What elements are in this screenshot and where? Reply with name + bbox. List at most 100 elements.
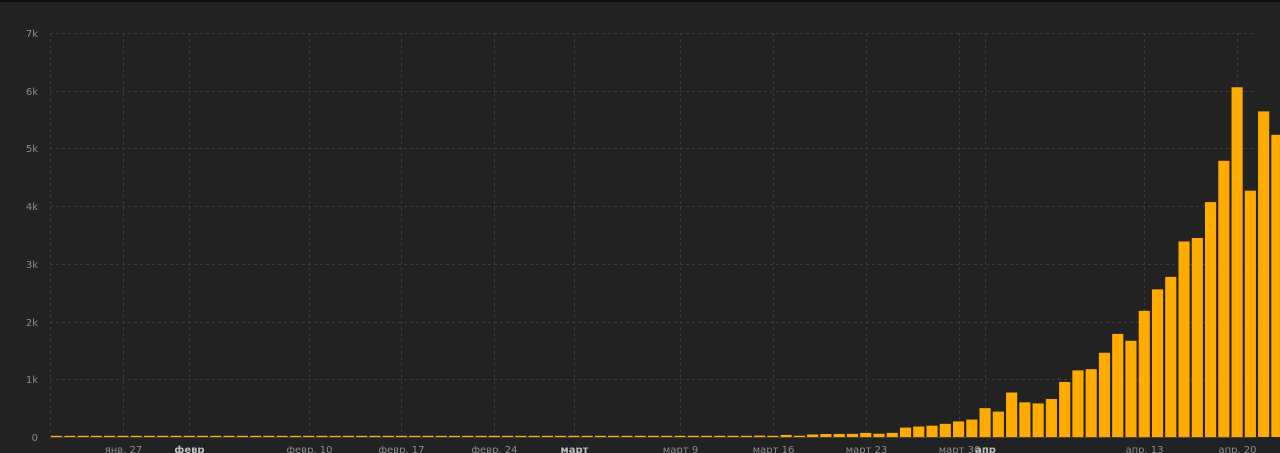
bar-2020-03-29[interactable]: [939, 423, 951, 437]
bar-2020-04-12[interactable]: [1125, 340, 1137, 437]
bar-2020-02-25[interactable]: [502, 435, 514, 437]
bar-2020-04-09[interactable]: [1085, 369, 1097, 437]
bar-2020-02-10[interactable]: [303, 435, 315, 437]
x-tick-label: апр: [975, 445, 996, 453]
bar-2020-02-26[interactable]: [515, 435, 527, 437]
bar-2020-03-10[interactable]: [687, 435, 699, 437]
bar-2020-02-20[interactable]: [435, 435, 447, 437]
bar-2020-02-14[interactable]: [356, 435, 368, 437]
bar-2020-02-16[interactable]: [382, 435, 394, 437]
bar-2020-04-03[interactable]: [1006, 392, 1018, 438]
bar-undefined[interactable]: [1271, 134, 1280, 437]
bar-undefined[interactable]: [1258, 111, 1270, 437]
bar-2020-04-15[interactable]: [1165, 276, 1177, 437]
bar-2020-02-22[interactable]: [462, 435, 474, 437]
bar-2020-04-10[interactable]: [1098, 352, 1111, 437]
x-tick-label: март: [561, 445, 589, 453]
bar-2020-04-11[interactable]: [1112, 333, 1124, 437]
bar-2020-03-11[interactable]: [700, 435, 713, 437]
bar-2020-04-21[interactable]: [1244, 190, 1256, 437]
bar-2020-01-31[interactable]: [170, 435, 182, 437]
x-tick-label: март 9: [663, 445, 698, 453]
bar-2020-01-23[interactable]: [64, 435, 76, 437]
bar-2020-03-31[interactable]: [966, 419, 978, 437]
bar-2020-03-16[interactable]: [767, 435, 779, 437]
bar-2020-03-18[interactable]: [793, 435, 805, 437]
bar-2020-04-14[interactable]: [1151, 289, 1164, 437]
bar-2020-02-17[interactable]: [395, 435, 408, 437]
bar-2020-01-27[interactable]: [117, 435, 129, 437]
bar-2020-02-04[interactable]: [223, 435, 235, 437]
bar-2020-03-14[interactable]: [740, 435, 752, 437]
bar-2020-01-24[interactable]: [77, 435, 89, 437]
y-tick-label: 5k: [26, 144, 38, 155]
bar-2020-02-06[interactable]: [250, 435, 262, 437]
bar-2020-03-15[interactable]: [754, 435, 766, 437]
bar-2020-02-01[interactable]: [183, 435, 195, 437]
bar-2020-04-16[interactable]: [1178, 241, 1190, 437]
bar-2020-04-01[interactable]: [979, 408, 991, 437]
bar-2020-04-17[interactable]: [1191, 238, 1203, 437]
bar-2020-02-21[interactable]: [448, 435, 461, 437]
bar-2020-03-28[interactable]: [926, 425, 938, 437]
bar-2020-03-12[interactable]: [714, 435, 726, 437]
bar-2020-02-09[interactable]: [289, 435, 301, 437]
bar-2020-04-07[interactable]: [1059, 381, 1071, 437]
bar-2020-04-19[interactable]: [1218, 160, 1230, 437]
bar-2020-01-30[interactable]: [157, 435, 169, 437]
bar-2020-03-24[interactable]: [873, 433, 885, 437]
bar-2020-02-12[interactable]: [329, 435, 341, 437]
bar-2020-03-20[interactable]: [820, 434, 832, 437]
bar-2020-03-22[interactable]: [846, 433, 859, 437]
bar-2020-02-29[interactable]: [555, 435, 567, 437]
bar-2020-02-27[interactable]: [528, 435, 540, 437]
bar-2020-03-05[interactable]: [621, 435, 633, 437]
bar-2020-03-30[interactable]: [953, 421, 965, 437]
bar-2020-02-23[interactable]: [475, 435, 487, 437]
x-tick-label: янв. 27: [105, 445, 143, 453]
bar-2020-02-11[interactable]: [316, 435, 328, 437]
bar-2020-03-07[interactable]: [647, 435, 660, 437]
bar-2020-04-04[interactable]: [1019, 402, 1031, 437]
bar-2020-03-21[interactable]: [833, 433, 845, 437]
bar-2020-03-04[interactable]: [608, 435, 620, 437]
bar-2020-03-09[interactable]: [674, 435, 686, 437]
bar-2020-04-08[interactable]: [1072, 370, 1084, 437]
bar-2020-02-03[interactable]: [210, 435, 222, 437]
y-tick-label: 3k: [26, 260, 38, 271]
bar-2020-03-26[interactable]: [899, 427, 912, 437]
bar-2020-02-07[interactable]: [263, 435, 275, 437]
bar-2020-02-19[interactable]: [422, 435, 434, 437]
bar-2020-03-02[interactable]: [581, 435, 593, 437]
bar-2020-03-23[interactable]: [860, 432, 872, 437]
bar-2020-04-13[interactable]: [1138, 310, 1150, 437]
bar-2020-03-01[interactable]: [568, 435, 580, 437]
bar-2020-01-29[interactable]: [143, 435, 156, 437]
bar-2020-02-24[interactable]: [488, 435, 500, 437]
bar-2020-04-06[interactable]: [1045, 399, 1057, 437]
bar-2020-03-13[interactable]: [727, 435, 739, 437]
bar-2020-03-08[interactable]: [661, 435, 673, 437]
bar-2020-02-08[interactable]: [276, 435, 288, 437]
bar-2020-04-20[interactable]: [1231, 87, 1243, 437]
bar-2020-01-25[interactable]: [90, 435, 102, 437]
bar-2020-03-19[interactable]: [807, 434, 819, 437]
bar-2020-02-18[interactable]: [409, 435, 421, 437]
bar-2020-04-18[interactable]: [1205, 202, 1217, 437]
bar-2020-02-13[interactable]: [342, 435, 354, 437]
bar-2020-01-22[interactable]: [51, 435, 63, 437]
bar-2020-03-17[interactable]: [780, 434, 792, 437]
bar-2020-02-05[interactable]: [236, 435, 248, 437]
bar-2020-01-26[interactable]: [104, 435, 116, 437]
bar-2020-03-06[interactable]: [634, 435, 646, 437]
bar-2020-02-15[interactable]: [369, 435, 381, 437]
bar-2020-02-02[interactable]: [196, 435, 209, 437]
bar-2020-04-05[interactable]: [1032, 403, 1044, 437]
bar-2020-02-28[interactable]: [541, 435, 553, 437]
bar-2020-03-25[interactable]: [886, 432, 898, 437]
bar-2020-03-27[interactable]: [913, 426, 925, 438]
bar-2020-01-28[interactable]: [130, 435, 142, 437]
bar-layer: [51, 87, 1280, 437]
bar-2020-03-03[interactable]: [594, 435, 607, 437]
bar-2020-04-02[interactable]: [992, 411, 1004, 437]
